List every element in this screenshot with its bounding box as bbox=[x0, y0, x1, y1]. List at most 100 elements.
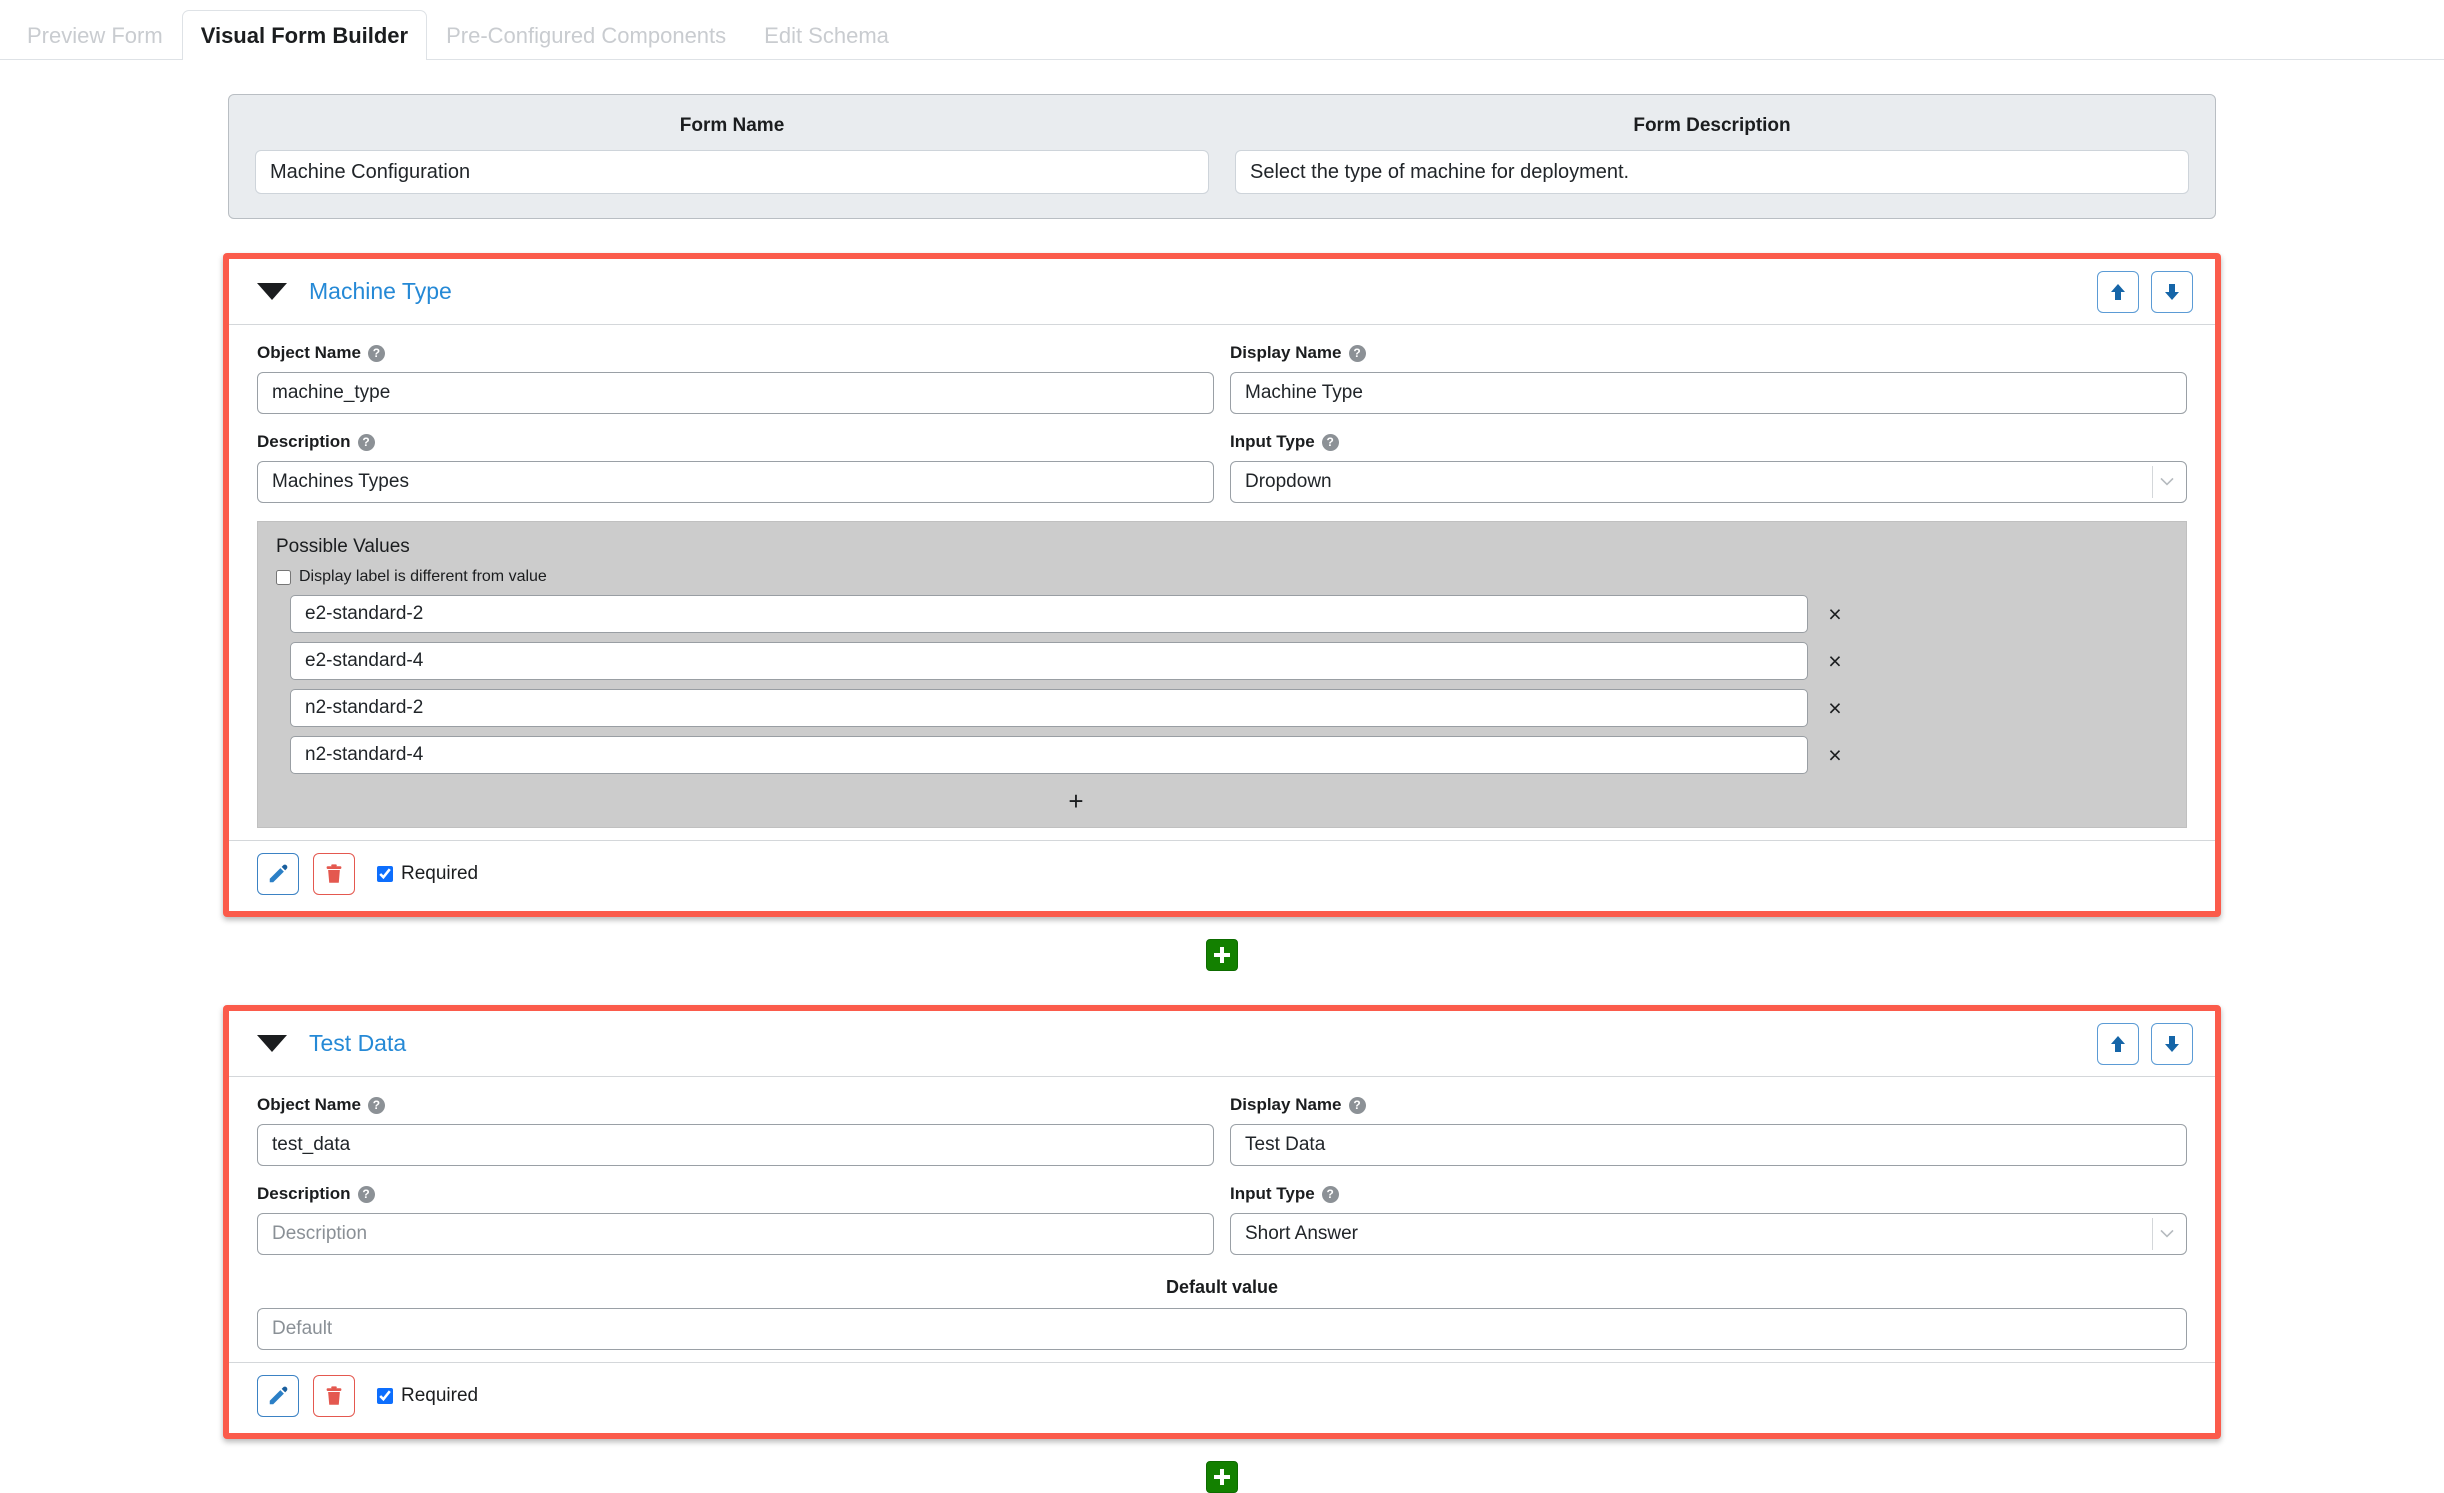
section-move-buttons bbox=[2097, 1022, 2193, 1065]
possible-value-input[interactable] bbox=[290, 736, 1808, 774]
object-name-label: Object Name ? bbox=[257, 1095, 1214, 1115]
move-down-button[interactable] bbox=[2151, 270, 2193, 313]
display-label-different-checkbox[interactable] bbox=[276, 569, 291, 585]
display-name-label: Display Name ? bbox=[1230, 1095, 2187, 1115]
arrow-up-icon bbox=[2111, 283, 2125, 300]
object-name-label: Object Name ? bbox=[257, 343, 1214, 363]
form-description-label: Form Description bbox=[1633, 115, 1791, 136]
remove-value-icon[interactable]: × bbox=[1808, 649, 1862, 673]
field-input-type: Input Type ? bbox=[1230, 1184, 2187, 1255]
display-name-input[interactable] bbox=[1230, 372, 2187, 414]
add-possible-value-row: + bbox=[290, 783, 1862, 819]
remove-value-icon[interactable]: × bbox=[1808, 602, 1862, 626]
add-possible-value-icon[interactable]: + bbox=[1068, 788, 1083, 814]
move-up-button[interactable] bbox=[2097, 1022, 2139, 1065]
required-label: Required bbox=[401, 863, 479, 884]
collapse-caret-icon[interactable] bbox=[257, 283, 287, 300]
collapse-caret-icon[interactable] bbox=[257, 1035, 287, 1052]
display-name-label: Display Name ? bbox=[1230, 343, 2187, 363]
field-display-name: Display Name ? bbox=[1230, 1095, 2187, 1166]
help-icon[interactable]: ? bbox=[1321, 433, 1339, 451]
field-input-type: Input Type ? bbox=[1230, 432, 2187, 503]
possible-value-row: × bbox=[290, 642, 2168, 680]
delete-field-button[interactable] bbox=[313, 1375, 355, 1417]
edit-field-button[interactable] bbox=[257, 1375, 299, 1417]
input-type-select[interactable] bbox=[1230, 461, 2187, 503]
display-name-label-text: Display Name bbox=[1230, 1095, 1342, 1114]
form-description-group: Form Description bbox=[1235, 115, 2189, 194]
section-move-buttons bbox=[2097, 270, 2193, 313]
input-type-label-text: Input Type bbox=[1230, 1184, 1315, 1203]
form-section-machine-type: Machine Type Object Name ? machine_type … bbox=[223, 253, 2221, 917]
pencil-icon bbox=[269, 864, 288, 883]
arrow-up-icon bbox=[2111, 1035, 2125, 1052]
field-display-name: Display Name ? bbox=[1230, 343, 2187, 414]
select-divider bbox=[2152, 466, 2153, 498]
section-footer-test-data: Required bbox=[229, 1362, 2215, 1433]
default-value-block: Default value bbox=[257, 1277, 2187, 1350]
add-section-row-2 bbox=[0, 1461, 2444, 1493]
required-checkbox[interactable] bbox=[377, 866, 393, 882]
form-name-input[interactable] bbox=[255, 150, 1209, 194]
object-name-label-text: Object Name bbox=[257, 1095, 361, 1114]
form-builder-canvas: Form Name Form Description Machine Type bbox=[0, 94, 2444, 1493]
section-footer-machine-type: Required bbox=[229, 840, 2215, 911]
required-toggle[interactable]: Required bbox=[377, 1385, 478, 1407]
section-header-test-data: Test Data bbox=[229, 1011, 2215, 1077]
form-description-input[interactable] bbox=[1235, 150, 2189, 194]
tab-visual-form-builder[interactable]: Visual Form Builder bbox=[181, 10, 428, 60]
default-value-input[interactable] bbox=[257, 1308, 2187, 1350]
help-icon[interactable]: ? bbox=[357, 433, 375, 451]
row-description-input-type: Description ? Input Type ? bbox=[257, 432, 2187, 503]
field-description: Description ? bbox=[257, 1184, 1214, 1255]
row-object-display-name: Object Name ? Display Name ? bbox=[257, 343, 2187, 414]
description-input[interactable] bbox=[257, 461, 1214, 503]
delete-field-button[interactable] bbox=[313, 853, 355, 895]
required-checkbox[interactable] bbox=[377, 1388, 393, 1404]
trash-icon bbox=[326, 864, 342, 883]
input-type-label-text: Input Type bbox=[1230, 432, 1315, 451]
plus-icon-vertical bbox=[1220, 947, 1224, 963]
help-icon[interactable]: ? bbox=[1348, 344, 1366, 362]
remove-value-icon[interactable]: × bbox=[1808, 696, 1862, 720]
object-name-input[interactable] bbox=[257, 1124, 1214, 1166]
input-type-label: Input Type ? bbox=[1230, 1184, 2187, 1204]
input-type-select[interactable] bbox=[1230, 1213, 2187, 1255]
description-label-text: Description bbox=[257, 432, 351, 451]
description-input[interactable] bbox=[257, 1213, 1214, 1255]
possible-values-title: Possible Values bbox=[276, 536, 410, 557]
display-label-different-row: Display label is different from value bbox=[276, 568, 2168, 586]
possible-value-row: × bbox=[290, 689, 2168, 727]
remove-value-icon[interactable]: × bbox=[1808, 743, 1862, 767]
form-name-group: Form Name bbox=[255, 115, 1209, 194]
possible-value-input[interactable] bbox=[290, 595, 1808, 633]
help-icon[interactable]: ? bbox=[1321, 1185, 1339, 1203]
help-icon[interactable]: ? bbox=[1348, 1096, 1366, 1114]
move-down-button[interactable] bbox=[2151, 1022, 2193, 1065]
field-object-name: Object Name ? bbox=[257, 1095, 1214, 1166]
edit-field-button[interactable] bbox=[257, 853, 299, 895]
help-icon[interactable]: ? bbox=[357, 1185, 375, 1203]
possible-values-list: × × × × bbox=[276, 595, 2168, 819]
tab-preview-form[interactable]: Preview Form bbox=[8, 10, 182, 60]
add-field-button[interactable] bbox=[1206, 939, 1238, 971]
form-meta-header: Form Name Form Description bbox=[228, 94, 2216, 219]
required-toggle[interactable]: Required bbox=[377, 863, 478, 885]
possible-value-row: × bbox=[290, 595, 2168, 633]
object-name-input[interactable] bbox=[257, 372, 1214, 414]
tab-edit-schema[interactable]: Edit Schema bbox=[745, 10, 908, 60]
add-section-row-1 bbox=[0, 939, 2444, 971]
add-field-button[interactable] bbox=[1206, 1461, 1238, 1493]
display-name-input[interactable] bbox=[1230, 1124, 2187, 1166]
possible-value-input[interactable] bbox=[290, 689, 1808, 727]
help-icon[interactable]: ? bbox=[367, 1096, 385, 1114]
section-header-machine-type: Machine Type bbox=[229, 259, 2215, 325]
description-label: Description ? bbox=[257, 1184, 1214, 1204]
section-title-machine-type[interactable]: Machine Type bbox=[309, 278, 452, 305]
move-up-button[interactable] bbox=[2097, 270, 2139, 313]
form-section-test-data: Test Data Object Name ? test_data Displa… bbox=[223, 1005, 2221, 1439]
help-icon[interactable]: ? bbox=[367, 344, 385, 362]
tab-pre-configured-components[interactable]: Pre-Configured Components bbox=[427, 10, 745, 60]
section-title-test-data[interactable]: Test Data bbox=[309, 1030, 406, 1057]
possible-value-input[interactable] bbox=[290, 642, 1808, 680]
